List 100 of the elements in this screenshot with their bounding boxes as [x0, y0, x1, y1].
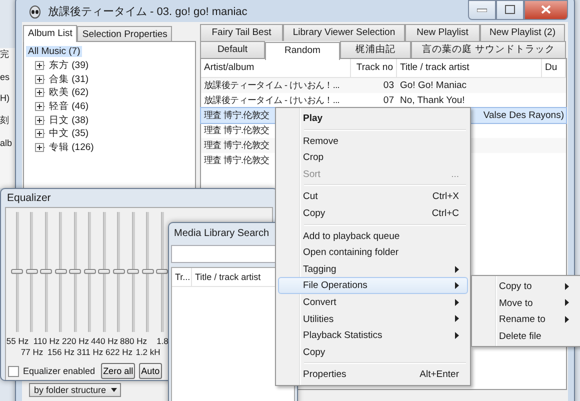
tree-item[interactable]: 专辑 (126) — [47, 141, 96, 154]
menu-item[interactable]: Move to — [474, 294, 578, 312]
tab[interactable]: New Playlist (2) — [480, 24, 565, 41]
tree-item[interactable]: 轻音 (46) — [47, 100, 91, 114]
slider-thumb[interactable] — [26, 269, 38, 274]
checkbox[interactable] — [8, 366, 19, 376]
tab[interactable]: 言の葉の庭 サウンドトラック — [411, 41, 566, 58]
tab[interactable]: Random — [265, 42, 340, 60]
window-text: es — [0, 72, 10, 82]
playlist-row[interactable]: 放課後ティータイム - けいおん！... 07 No, Thank You! — [201, 93, 566, 108]
window-title: 放課後ティータイム - 03. go! go! maniac — [48, 5, 248, 19]
menu-item[interactable]: File Operations — [278, 277, 468, 294]
expand-icon[interactable] — [35, 61, 46, 70]
menu-item[interactable]: Remove — [278, 132, 468, 150]
expand-icon[interactable] — [35, 88, 46, 98]
tree-item[interactable]: 日文 (38) — [47, 114, 91, 127]
menu-item[interactable]: Rename to — [474, 311, 578, 328]
eq-slider[interactable] — [82, 212, 97, 332]
expand-icon[interactable] — [35, 74, 46, 84]
tree-item[interactable]: 中文 (35) — [47, 127, 91, 140]
table-cell: 放課後ティータイム - けいおん！... — [204, 95, 340, 105]
menu-item[interactable]: Add to playback queue — [278, 228, 468, 244]
window-text: H) — [0, 93, 10, 103]
minimize-button[interactable] — [468, 0, 496, 20]
tab[interactable]: 梶浦由記 — [340, 41, 411, 58]
eq-slider[interactable] — [24, 212, 39, 332]
frequency-label: 622 Hz — [106, 347, 132, 357]
table-cell: 理査 博宁.伦敦交 — [204, 140, 270, 150]
view-dropdown[interactable]: by folder structure — [29, 383, 121, 397]
eq-slider[interactable] — [112, 212, 126, 332]
playlist-row[interactable]: 放課後ティータイム - けいおん！... 03 Go! Go! Maniac — [201, 78, 566, 93]
frequency-label: 440 Hz — [91, 336, 118, 346]
slider-thumb[interactable] — [127, 269, 139, 274]
close-icon — [541, 5, 551, 14]
tab[interactable]: Fairy Tail Best — [200, 24, 283, 41]
menu-item[interactable]: Playback Statistics — [278, 327, 468, 344]
window-title: Equalizer — [6, 191, 52, 206]
slider-thumb[interactable] — [142, 269, 154, 274]
menu-item[interactable]: Copy — [278, 344, 468, 360]
eq-slider[interactable] — [140, 212, 155, 332]
eq-slider[interactable] — [39, 212, 54, 332]
table-cell: Go! Go! Maniac — [400, 80, 467, 91]
tab[interactable]: Album List — [23, 25, 78, 42]
expand-icon[interactable] — [35, 116, 46, 125]
menu-item[interactable]: Properties Alt+Enter — [278, 366, 468, 383]
eq-slider[interactable] — [10, 212, 24, 332]
window-text: alb — [0, 138, 12, 148]
eq-button[interactable]: Auto — [139, 363, 162, 379]
column-header[interactable]: Title / track artist — [397, 59, 542, 77]
menu-item[interactable]: Utilities — [278, 310, 468, 328]
slider-thumb[interactable] — [112, 269, 124, 274]
column-header[interactable]: Du — [542, 59, 566, 77]
table-cell: No, Thank You! — [400, 95, 465, 106]
slider-thumb[interactable] — [11, 269, 23, 274]
menu-item[interactable]: Cut Ctrl+X — [278, 188, 468, 205]
menu-item[interactable]: Convert — [278, 294, 468, 311]
tree-item[interactable]: 东方 (39) — [47, 59, 91, 72]
menu-item[interactable]: Open containing folder — [278, 244, 468, 261]
expand-icon[interactable] — [35, 143, 46, 152]
eq-slider[interactable] — [68, 212, 82, 332]
column-header[interactable]: Artist/album — [201, 59, 351, 77]
window-text: 刻 — [0, 114, 9, 127]
slider-thumb[interactable] — [84, 269, 96, 274]
eq-slider[interactable] — [54, 212, 68, 332]
slider-thumb[interactable] — [40, 269, 52, 274]
window-text: 完 — [0, 48, 9, 61]
slider-thumb[interactable] — [54, 269, 66, 274]
column-header[interactable]: Track no — [351, 59, 397, 77]
eq-slider[interactable] — [155, 212, 170, 332]
close-button[interactable] — [524, 0, 568, 20]
frequency-label: 110 Hz — [33, 336, 60, 346]
tab[interactable]: New Playlist — [405, 24, 480, 41]
expand-icon[interactable] — [35, 102, 46, 112]
tab[interactable]: Library Viewer Selection — [283, 24, 405, 41]
eq-slider[interactable] — [126, 212, 140, 332]
table-cell: 07 — [383, 95, 394, 106]
table-cell: 理査 博宁.伦敦交 — [204, 110, 270, 120]
menu-item[interactable]: Copy to — [474, 278, 578, 295]
maximize-icon — [505, 5, 515, 14]
app-icon — [28, 4, 42, 18]
minimize-icon — [477, 8, 487, 12]
column-header[interactable]: Tr... — [172, 268, 192, 286]
tree-item[interactable]: 欧美 (62) — [47, 86, 91, 100]
tree-item[interactable]: 合集 (31) — [47, 72, 91, 86]
slider-thumb[interactable] — [69, 269, 81, 274]
maximize-button[interactable] — [496, 0, 524, 20]
tab[interactable]: Default — [200, 41, 265, 58]
menu-item[interactable]: Crop — [278, 149, 468, 166]
eq-button[interactable]: Zero all — [101, 363, 136, 379]
menu-item[interactable]: Play — [278, 110, 468, 127]
expand-icon[interactable] — [35, 129, 46, 138]
eq-slider[interactable] — [97, 212, 112, 332]
tab[interactable]: Selection Properties — [77, 26, 172, 41]
checkbox-label: Equalizer enabled — [23, 366, 96, 376]
slider-thumb[interactable] — [98, 269, 110, 274]
frequency-label: 156 Hz — [48, 347, 74, 357]
frequency-label: 1.2 kH — [136, 347, 160, 357]
tree-item[interactable]: All Music (7) — [26, 46, 82, 58]
menu-item[interactable]: Copy Ctrl+C — [278, 204, 468, 222]
menu-item[interactable]: Delete file — [474, 328, 578, 344]
